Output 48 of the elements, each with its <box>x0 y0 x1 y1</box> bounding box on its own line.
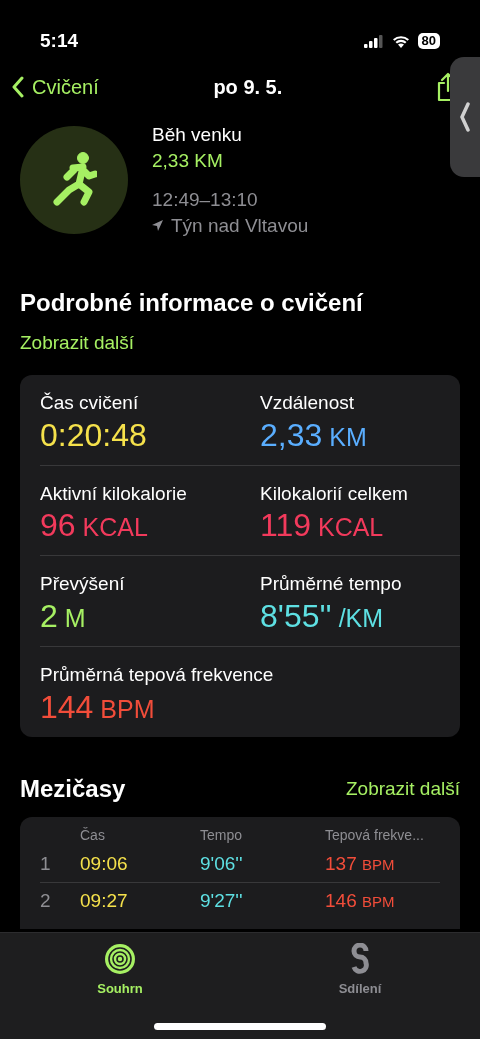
workout-distance: 2,33 KM <box>152 148 224 173</box>
table-cell-text: 09:27 <box>80 888 129 913</box>
row-number: 1 <box>40 851 52 876</box>
metric-value: 8'55'' /KM <box>260 598 385 635</box>
signal-icon <box>363 34 384 48</box>
side-handle[interactable] <box>450 57 480 177</box>
metric-value: 96 KCAL <box>40 508 149 544</box>
back-button[interactable]: Cvičení <box>12 72 99 102</box>
location-arrow-icon <box>152 220 163 232</box>
chevron-left-icon <box>12 76 24 98</box>
column-header: Čas <box>80 825 106 845</box>
time-range: 12:49–13:10 <box>152 188 259 213</box>
wifi-icon <box>391 34 410 48</box>
tab-button[interactable]: Sdílení <box>280 943 440 999</box>
metric-label: Průměrné tempo <box>260 572 403 597</box>
metric-label: Převýšení <box>40 572 126 597</box>
metric-value: 2,33 KM <box>260 417 368 453</box>
table-cell-text: 09:06 <box>80 851 129 876</box>
workout-name: Běh venku <box>152 123 243 147</box>
column-header: Tempo <box>200 825 244 845</box>
runner-icon <box>51 152 97 209</box>
metric-value: 2 M <box>40 598 87 635</box>
table-cell-text: 137 BPM <box>325 851 396 876</box>
location-text: Týn nad Vltavou <box>171 213 309 238</box>
metric-label: Vzdálenost <box>260 391 355 416</box>
show-more-link[interactable]: Zobrazit další <box>20 328 135 358</box>
chevron-left-icon <box>460 102 470 132</box>
nav-title: po 9. 5. <box>213 75 283 100</box>
metric-value: 119 KCAL <box>260 508 385 544</box>
metric-value: 144 BPM <box>40 689 156 725</box>
section-title: Podrobné informace o cvičení <box>19 287 365 318</box>
row-number: 2 <box>40 888 52 913</box>
table-cell-text: 9'27'' <box>200 888 244 913</box>
metric-value: 0:20:48 <box>40 417 148 453</box>
show-more-link[interactable]: Zobrazit další <box>345 774 460 804</box>
section-title: Mezičasy <box>20 773 126 804</box>
metric-label: Kilokalorií celkem <box>260 481 409 506</box>
column-header: Tepová frekve... <box>325 825 425 845</box>
battery-indicator: 80 <box>417 33 440 49</box>
table-cell-text: 146 BPM <box>325 888 396 913</box>
metric-label: Čas cvičení <box>40 391 140 416</box>
table-cell-text: 9'06'' <box>200 851 244 876</box>
rings-icon <box>104 943 136 975</box>
clock-time: 5:14 <box>40 28 79 53</box>
share-icon[interactable] <box>437 72 450 102</box>
tab-button[interactable]: Souhrn <box>40 943 200 999</box>
metric-label: Průměrná tepová frekvence <box>40 663 275 688</box>
metric-label: Aktivní kilokalorie <box>40 481 188 506</box>
